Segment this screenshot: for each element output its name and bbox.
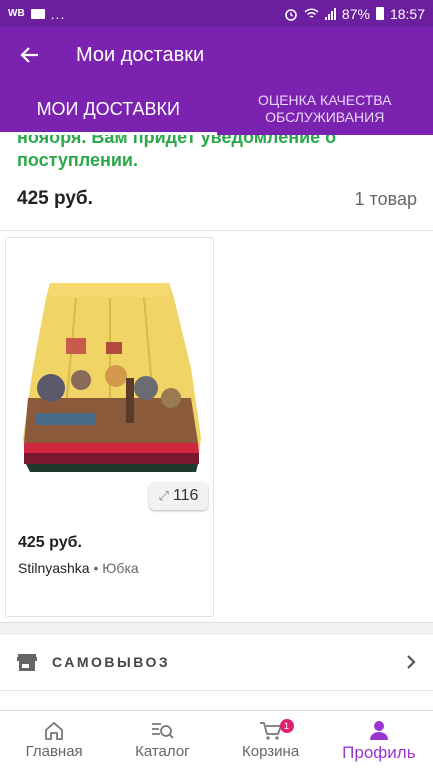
delivery-summary: нояоря. Вам придет уведомление о поступл… xyxy=(0,135,433,231)
product-card[interactable]: ⤢ 116 425 руб. Stilnyashka • Юбка xyxy=(5,237,214,617)
product-image[interactable] xyxy=(6,238,213,514)
signal-icon xyxy=(324,7,336,20)
more-notifications: ... xyxy=(50,5,66,22)
tab-bar: МОИ ДОСТАВКИ ОЦЕНКА КАЧЕСТВА ОБСЛУЖИВАНИ… xyxy=(0,83,433,135)
nav-home[interactable]: Главная xyxy=(0,711,108,770)
folder-icon xyxy=(30,8,45,19)
main-content: нояоря. Вам придет уведомление о поступл… xyxy=(0,135,433,710)
product-list: ⤢ 116 425 руб. Stilnyashka • Юбка xyxy=(0,231,433,623)
nav-catalog-label: Каталог xyxy=(135,743,190,760)
nav-catalog[interactable]: Каталог xyxy=(108,711,216,770)
product-separator: • xyxy=(93,560,99,576)
total-price: 425 руб. xyxy=(17,188,93,209)
product-category: Юбка xyxy=(102,560,139,576)
wifi-icon xyxy=(304,7,319,18)
store-icon xyxy=(17,654,37,671)
next-section-partial xyxy=(0,691,433,710)
pickup-row[interactable]: САМОВЫВОЗ xyxy=(0,633,433,691)
cart-badge: 1 xyxy=(279,719,294,733)
arrow-left-icon xyxy=(20,47,38,63)
nav-profile-label: Профиль xyxy=(342,742,416,762)
skirt-image xyxy=(23,283,201,472)
product-brand: Stilnyashka xyxy=(18,560,90,576)
expand-icon: ⤢ xyxy=(158,488,169,503)
clock: 18:57 xyxy=(389,5,425,22)
product-price: 425 руб. xyxy=(18,534,82,551)
delivery-notice: нояоря. Вам придет уведомление о поступл… xyxy=(17,135,337,170)
app-bar: Мои доставки xyxy=(0,27,433,83)
bottom-navigation: Главная Каталог 1 Корзина Профиль xyxy=(0,710,433,770)
catalog-search-icon xyxy=(152,723,175,739)
zoom-count: 116 xyxy=(172,487,199,504)
profile-icon xyxy=(369,720,388,740)
nav-home-label: Главная xyxy=(25,743,83,760)
nav-cart[interactable]: 1 Корзина xyxy=(217,711,325,770)
nav-cart-label: Корзина xyxy=(242,743,300,760)
tab-my-deliveries[interactable]: МОИ ДОСТАВКИ xyxy=(0,83,217,135)
chevron-right-icon xyxy=(407,655,416,669)
items-count: 1 товар xyxy=(354,188,417,209)
back-button[interactable] xyxy=(0,27,60,83)
tab-service-rating[interactable]: ОЦЕНКА КАЧЕСТВА ОБСЛУЖИВАНИЯ xyxy=(217,83,433,135)
wb-icon: WB xyxy=(8,8,25,19)
zoom-badge[interactable]: ⤢ 116 xyxy=(149,482,208,510)
battery-percent: 87% xyxy=(341,5,370,22)
home-icon xyxy=(45,721,64,740)
status-bar: WB ... 87% 18:57 xyxy=(0,0,433,27)
page-title: Мои доставки xyxy=(76,43,205,66)
product-description: Stilnyashka • Юбка xyxy=(18,560,139,576)
pickup-label: САМОВЫВОЗ xyxy=(52,654,171,670)
alarm-icon xyxy=(285,8,297,21)
nav-profile[interactable]: Профиль xyxy=(325,711,433,770)
battery-icon xyxy=(375,7,384,20)
cart-icon xyxy=(259,722,282,740)
